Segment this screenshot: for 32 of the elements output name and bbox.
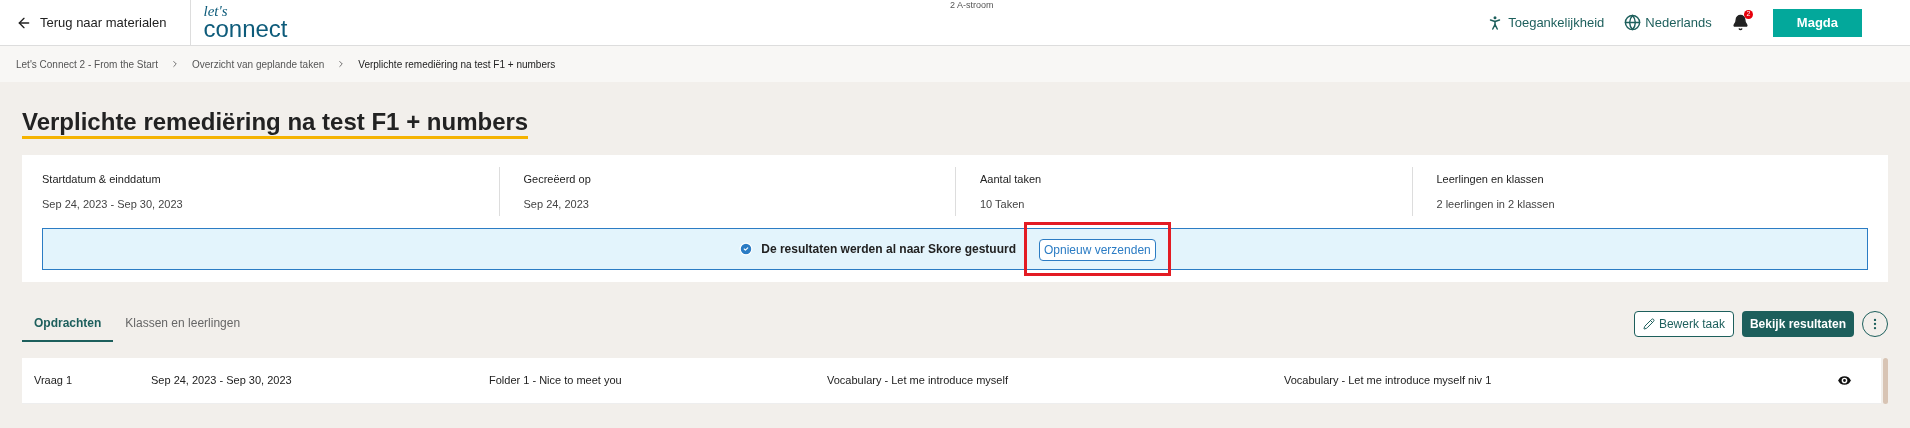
logo[interactable]: let's connect (191, 4, 288, 41)
breadcrumb-link[interactable]: Verplichte remediëring na test F1 + numbers (358, 56, 556, 72)
breadcrumb-link[interactable]: Overzicht van geplande taken (191, 56, 325, 72)
page-title: Verplichte remediëring na test F1 + numbers (22, 108, 529, 139)
summary-value: 10 Taken (980, 196, 1026, 212)
summary-value: 2 leerlingen in 2 klassen (1436, 196, 1556, 212)
language-link[interactable]: Nederlands (1624, 12, 1712, 33)
table-cell-text: Vocabulary - Let me introduce myself niv 1 (1284, 373, 1492, 389)
back-link[interactable]: Terug naar materialen (0, 0, 192, 45)
table-cell-text: Sep 24, 2023 - Sep 30, 2023 (151, 373, 293, 389)
pencil-icon (1642, 318, 1655, 330)
table-cell-text: Vocabulary - Let me introduce myself (827, 373, 1009, 389)
check-icon (739, 242, 754, 256)
table-cell-text: Vraag 1 (34, 373, 74, 389)
banner-message: De resultaten werden al naar Skore gestuurd (761, 241, 1016, 258)
accessibility-link[interactable]: Toegankelijkheid (1486, 12, 1605, 33)
summary-value: Sep 24, 2023 (523, 196, 590, 212)
summary-label: Aantal taken (980, 172, 1043, 187)
globe-icon (1624, 14, 1642, 31)
tab[interactable]: Opdrachten (22, 306, 114, 342)
summary-label: Leerlingen en klassen (1436, 172, 1545, 187)
edit-button[interactable]: Bewerk taak (1633, 311, 1734, 337)
class-subtitle: 2 A-stroom (950, 0, 994, 11)
summary-label: Startdatum & einddatum (42, 172, 162, 187)
task-row[interactable]: Vraag 1 Sep 24, 2023 - Sep 30, 2023 Folder 1 - Nice to meet you Vocabulary - Let me introduce myself Vocabulary - Let me introduce myself niv 1 (22, 358, 1881, 404)
results-button[interactable]: Bekijk resultaten (1741, 311, 1854, 337)
table-cell-text: Folder 1 - Nice to meet you (489, 373, 623, 389)
summary-label: Gecreëerd op (523, 172, 592, 187)
resend-button[interactable]: Opnieuw verzenden (1039, 239, 1156, 261)
breadcrumb-link[interactable]: Let's Connect 2 - From the Start (16, 56, 158, 72)
summary-value: Sep 24, 2023 - Sep 30, 2023 (42, 196, 184, 212)
tab[interactable]: Klassen en leerlingen (113, 306, 253, 342)
